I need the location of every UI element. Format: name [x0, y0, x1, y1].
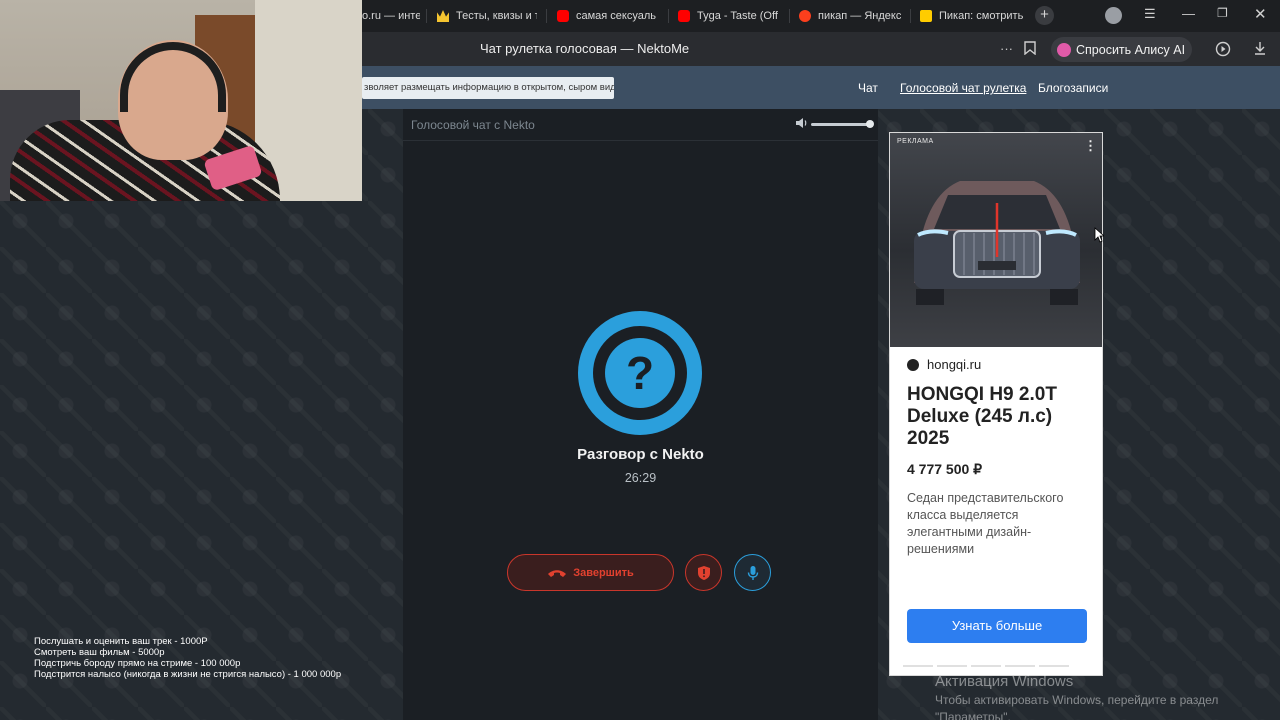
- ad-label: РЕКЛАМА: [897, 138, 934, 145]
- tab-label: Тесты, квизы и т: [456, 10, 537, 22]
- shield-icon: [697, 565, 710, 580]
- kinopoisk-icon: [920, 10, 932, 22]
- youtube-icon: [557, 10, 569, 22]
- end-call-button[interactable]: Завершить: [507, 554, 674, 591]
- new-tab-button[interactable]: +: [1035, 6, 1054, 25]
- ad-menu-icon[interactable]: ⋮: [1084, 138, 1097, 154]
- browser-tab[interactable]: Пикап: смотрить: [920, 4, 1025, 28]
- tab-divider: [546, 9, 547, 23]
- bookmark-icon[interactable]: [1024, 41, 1036, 58]
- ad-domain[interactable]: hongqi.ru: [907, 357, 981, 372]
- tab-label: пикап — Яндекс: [818, 10, 902, 22]
- volume-icon[interactable]: [795, 116, 809, 130]
- advertisement-card[interactable]: РЕКЛАМА ⋮ hongqi.ru HONGQI H9 2.0T Delux…: [889, 132, 1103, 676]
- learn-more-button[interactable]: Узнать больше: [907, 609, 1087, 643]
- tab-divider: [426, 9, 427, 23]
- panel-header: Голосовой чат с Nekto: [403, 109, 878, 141]
- price-line: Подстрится налысо (никогда в жизни не ст…: [34, 669, 342, 680]
- volume-slider[interactable]: [811, 123, 871, 126]
- tab-divider: [910, 9, 911, 23]
- call-timer: 26:29: [624, 471, 657, 485]
- tab-label: Пикап: смотрить: [939, 10, 1024, 22]
- watermark-text: Чтобы активировать Windows, перейдите в …: [935, 693, 1219, 707]
- webcam-overlay: [0, 0, 362, 201]
- menu-icon[interactable]: ☰: [1144, 6, 1156, 22]
- browser-tab[interactable]: пикап — Яндекс: [799, 4, 903, 28]
- car-illustration: [914, 181, 1080, 305]
- browser-tab[interactable]: Tyga - Taste (Off: [678, 4, 781, 28]
- watermark-text-2: "Параметры".: [935, 710, 1011, 720]
- ask-alice-button[interactable]: Спросить Алису AI: [1051, 37, 1192, 62]
- tab-label: самая сексуаль: [576, 10, 657, 22]
- hang-up-icon: [548, 569, 567, 577]
- windows-activation-watermark: Активация Windows Чтобы активировать Win…: [935, 673, 1218, 720]
- conversation-title: Разговор с Nekto: [577, 446, 704, 463]
- question-mark-icon: ?: [605, 338, 675, 408]
- watermark-title: Активация Windows: [935, 673, 1074, 690]
- report-button[interactable]: [685, 554, 722, 591]
- browser-tab[interactable]: самая сексуаль: [557, 4, 660, 28]
- partner-avatar: ?: [578, 311, 702, 435]
- profile-avatar-icon[interactable]: [1105, 7, 1122, 24]
- youtube-icon: [678, 10, 690, 22]
- site-notice: зволяет размещать информацию в открытом,…: [362, 77, 614, 99]
- ad-carousel-indicator: [903, 665, 1069, 667]
- price-line: Подстричь бороду прямо на стриме - 100 0…: [34, 658, 241, 669]
- ad-description: Седан представительского класса выделяет…: [907, 491, 1064, 556]
- mouse-pointer-icon: [1094, 227, 1104, 243]
- end-call-label: Завершить: [573, 566, 634, 579]
- download-icon[interactable]: [1253, 41, 1267, 58]
- microphone-icon: [747, 565, 758, 580]
- car-photo[interactable]: РЕКЛАМА ⋮: [890, 133, 1102, 347]
- site-favicon-icon: [907, 358, 919, 371]
- stream-price-list: Послушать и оценить ваш трек - 1000Р Смо…: [34, 636, 341, 680]
- tab-label: o.ru — инте: [362, 10, 420, 22]
- tab-label: Tyga - Taste (Off: [697, 10, 778, 22]
- tab-divider: [789, 9, 790, 23]
- media-play-icon[interactable]: [1215, 41, 1231, 60]
- more-options-icon[interactable]: ···: [1000, 41, 1013, 56]
- close-icon[interactable]: ✕: [1254, 5, 1267, 23]
- price-line: Смотреть ваш фильм - 5000р: [34, 647, 165, 658]
- crown-icon: [437, 10, 449, 22]
- ad-title[interactable]: HONGQI H9 2.0T Deluxe (245 л.с) 2025: [907, 384, 1095, 450]
- nav-voice-chat[interactable]: Голосовой чат рулетка: [900, 81, 1026, 95]
- volume-slider-handle[interactable]: [866, 120, 874, 128]
- browser-tab[interactable]: Тесты, квизы и т: [437, 4, 537, 28]
- nav-chat[interactable]: Чат: [858, 81, 878, 95]
- ad-domain-label: hongqi.ru: [927, 357, 982, 372]
- panel-title: Голосовой чат с Nekto: [411, 118, 535, 132]
- page-title: Чат рулетка голосовая — NektoMe: [480, 41, 690, 56]
- price-line: Послушать и оценить ваш трек - 1000Р: [34, 636, 208, 647]
- browser-tab[interactable]: o.ru — инте: [362, 4, 420, 28]
- alice-button-label: Спросить Алису AI: [1076, 42, 1186, 57]
- nav-blog[interactable]: Блогозаписи: [1038, 81, 1108, 95]
- ad-price: 4 777 500 ₽: [907, 461, 983, 477]
- tab-divider: [668, 9, 669, 23]
- yandex-icon: [799, 10, 811, 22]
- microphone-button[interactable]: [734, 554, 771, 591]
- voice-chat-panel: Голосовой чат с Nekto ? Разговор с Nekto…: [403, 109, 878, 720]
- restore-icon[interactable]: ❐: [1217, 6, 1228, 20]
- alice-icon: [1057, 42, 1071, 57]
- minimize-icon[interactable]: —: [1182, 6, 1195, 21]
